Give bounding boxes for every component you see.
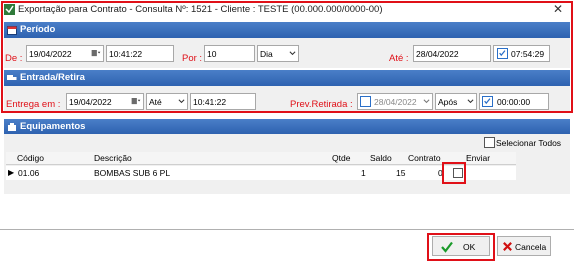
table-row[interactable]: ▶ 01.06 BOMBAS SUB 6 PL 1 15 0 [6, 166, 516, 180]
cancel-label: Cancela [515, 242, 547, 252]
entrada-header: Entrada/Retira [4, 70, 570, 86]
prev-date-checkbox[interactable] [360, 96, 371, 107]
x-icon [503, 242, 512, 251]
calendar-dropdown-icon [131, 98, 141, 105]
col-qtde[interactable]: Qtde [332, 153, 350, 163]
cell-saldo: 15 [396, 168, 406, 178]
col-saldo[interactable]: Saldo [370, 153, 392, 163]
bottom-separator [0, 229, 574, 230]
entrega-label: Entrega em : [6, 99, 61, 110]
cell-descricao: BOMBAS SUB 6 PL [94, 168, 171, 178]
col-codigo[interactable]: Código [17, 153, 44, 163]
highlight-enviar [442, 162, 466, 184]
chevron-down-icon [178, 99, 185, 104]
calendar-dropdown-icon [91, 50, 101, 57]
por-input[interactable]: 10 [204, 45, 255, 62]
check-icon [484, 98, 491, 105]
entrega-date-picker[interactable]: 19/04/2022 [66, 93, 144, 110]
select-all-checkbox[interactable] [484, 137, 495, 148]
prev-date-value: 28/04/2022 [374, 97, 417, 107]
calendar-icon [7, 26, 17, 35]
entrega-time-input[interactable]: 10:41:22 [190, 93, 256, 110]
por-label: Por : [182, 53, 203, 64]
row-indicator-icon: ▶ [8, 168, 15, 177]
prev-retirada-label: Prev.Retirada : [290, 99, 353, 110]
unit-select[interactable]: Dia [257, 45, 299, 62]
ate-label: Até : [389, 53, 409, 64]
entrega-mode-select[interactable]: Até [146, 93, 188, 110]
grid-header-row: Código Descrição Qtde Saldo Contrato Env… [6, 152, 516, 165]
prev-mode-value: Após [438, 97, 458, 107]
prev-time-value: 00:00:00 [497, 97, 531, 107]
cancel-button[interactable]: Cancela [497, 236, 551, 256]
ate-time-checkbox[interactable] [497, 48, 508, 59]
truck-icon [7, 75, 17, 80]
select-all-label: Selecionar Todos [496, 138, 562, 148]
col-descricao[interactable]: Descrição [94, 153, 132, 163]
equipamentos-header: Equipamentos [4, 119, 570, 134]
unit-select-value: Dia [260, 49, 273, 59]
ate-date-input[interactable]: 28/04/2022 [413, 45, 491, 62]
prev-mode-select[interactable]: Após [435, 93, 477, 110]
entrega-date-value: 19/04/2022 [69, 97, 112, 107]
periodo-title: Período [20, 24, 56, 35]
prev-time-checkbox[interactable] [482, 96, 493, 107]
de-label: De : [5, 53, 23, 64]
col-contrato[interactable]: Contrato [408, 153, 441, 163]
highlight-ok [427, 233, 495, 261]
entrega-mode-value: Até [149, 97, 162, 107]
de-date-value: 19/04/2022 [29, 49, 72, 59]
ate-time-value: 07:54:29 [511, 49, 545, 59]
chevron-down-icon [423, 99, 430, 104]
check-icon [499, 50, 506, 57]
cell-codigo: 01.06 [18, 168, 40, 178]
cell-qtde: 1 [361, 168, 366, 178]
chevron-down-icon [289, 51, 296, 56]
periodo-header: Período [4, 22, 570, 38]
entrada-title: Entrada/Retira [20, 72, 85, 83]
de-time-input[interactable]: 10:41:22 [106, 45, 174, 62]
chevron-down-icon [467, 99, 474, 104]
tools-icon [8, 123, 16, 131]
equipamentos-title: Equipamentos [20, 121, 86, 132]
de-date-picker[interactable]: 19/04/2022 [26, 45, 104, 62]
col-enviar[interactable]: Enviar [466, 153, 490, 163]
